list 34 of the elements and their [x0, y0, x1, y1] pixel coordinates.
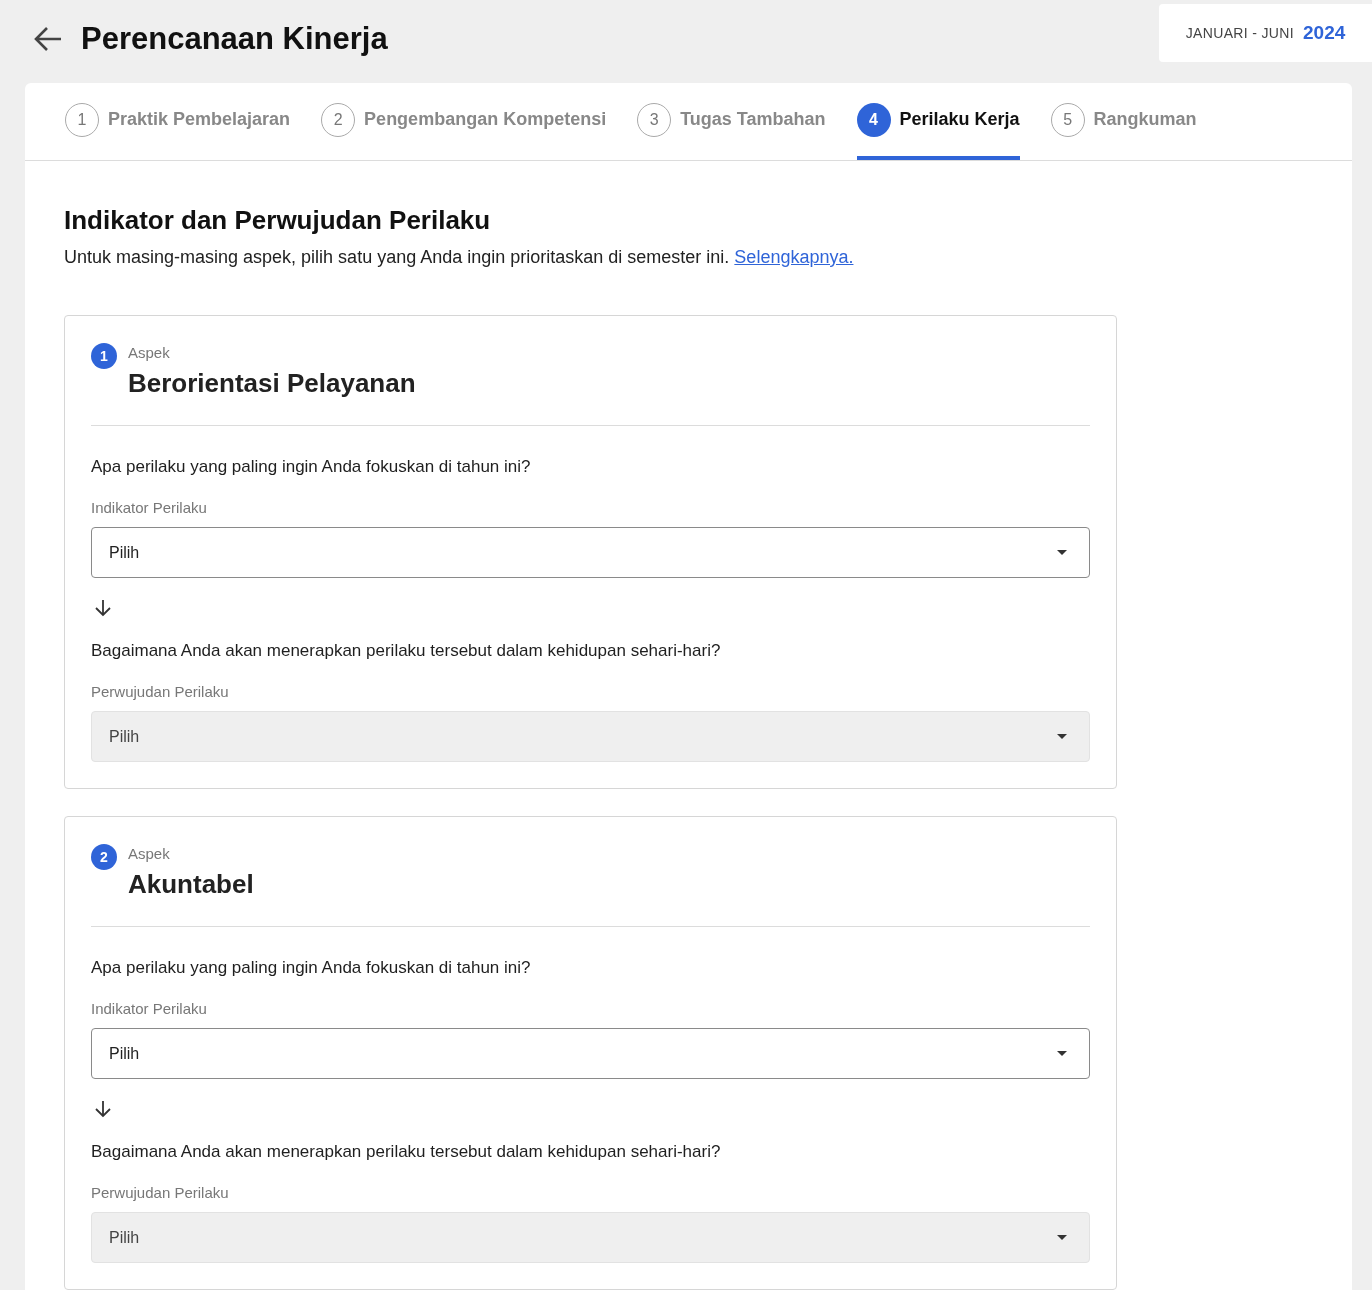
- back-arrow-icon[interactable]: [33, 26, 63, 53]
- question-text: Bagaimana Anda akan menerapkan perilaku tersebut dalam kehidupan sehari-hari?: [91, 1141, 722, 1163]
- caret-icon: [1057, 550, 1067, 555]
- aspect-caption: Aspek: [128, 844, 171, 864]
- section-description: Untuk masing-masing aspek, pilih satu yang Anda ingin prioritaskan di semester ini. Selengkapnya.: [64, 246, 855, 269]
- caret-icon: [1057, 734, 1067, 739]
- field-label: Perwujudan Perilaku: [91, 1182, 230, 1203]
- field-label: Indikator Perilaku: [91, 998, 208, 1019]
- select-field[interactable]: Pilih: [91, 527, 1090, 578]
- step-tab[interactable]: 5 Rangkuman: [1050, 83, 1197, 160]
- section-title: Indikator dan Perwujudan Perilaku: [64, 204, 492, 237]
- question-text: Apa perilaku yang paling ingin Anda fokuskan di tahun ini?: [91, 456, 532, 478]
- caret-icon: [1057, 1235, 1067, 1240]
- field-label: Indikator Perilaku: [91, 497, 208, 518]
- aspect-name: Berorientasi Pelayanan: [128, 366, 416, 399]
- question-text: Apa perilaku yang paling ingin Anda fokuskan di tahun ini?: [91, 957, 532, 979]
- learn-more-link[interactable]: Selengkapnya.: [734, 247, 854, 267]
- question-text: Bagaimana Anda akan menerapkan perilaku tersebut dalam kehidupan sehari-hari?: [91, 640, 722, 662]
- arrow-down-icon: [93, 1099, 113, 1119]
- arrow-down-icon: [93, 598, 113, 618]
- aspect-name: Akuntabel: [128, 867, 254, 900]
- step-number-badge: 1: [91, 343, 117, 369]
- period-year: 2024: [1303, 20, 1346, 45]
- step-number-badge: 2: [91, 844, 117, 870]
- aspect-caption: Aspek: [128, 343, 171, 363]
- page-title: Perencanaan Kinerja: [81, 20, 388, 58]
- field-label: Perwujudan Perilaku: [91, 681, 230, 702]
- period-range: JANUARI - JUNI: [1185, 23, 1295, 43]
- caret-icon: [1057, 1051, 1067, 1056]
- step-tab[interactable]: 4 Perilaku Kerja: [856, 83, 1020, 160]
- select-field[interactable]: Pilih: [91, 1028, 1090, 1079]
- step-tab[interactable]: 3 Tugas Tambahan: [637, 83, 826, 160]
- step-tab[interactable]: 2 Pengembangan Kompetensi: [321, 83, 607, 160]
- step-tab[interactable]: 1 Praktik Pembelajaran: [65, 83, 291, 160]
